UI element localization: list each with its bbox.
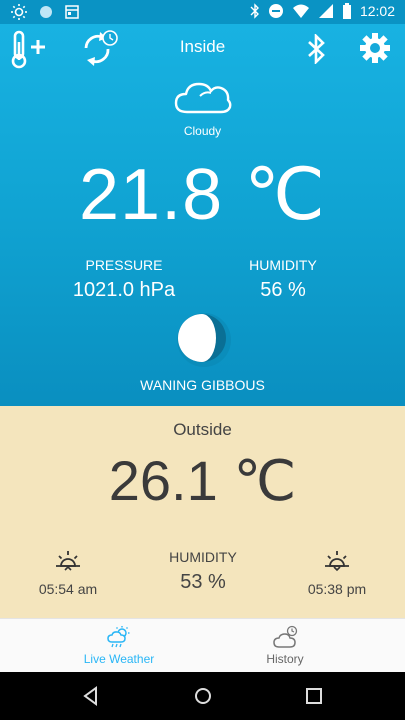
sunrise-icon bbox=[56, 551, 80, 571]
circle-icon bbox=[40, 6, 52, 18]
live-weather-icon bbox=[107, 626, 130, 648]
tab-history[interactable]: History bbox=[184, 619, 386, 673]
moon-phase-icon bbox=[177, 313, 231, 367]
outside-title: Outside bbox=[173, 420, 232, 439]
calendar-icon bbox=[65, 5, 79, 19]
outside-humidity-value: 53 % bbox=[180, 571, 226, 593]
page-title: Inside bbox=[179, 37, 226, 56]
status-bar: 12:02 bbox=[0, 0, 405, 24]
brightness-icon bbox=[11, 4, 27, 20]
status-icons-right: 12:02 bbox=[250, 3, 395, 19]
back-icon[interactable] bbox=[82, 686, 100, 706]
system-navigation-bar bbox=[0, 672, 405, 720]
inside-humidity-label: HUMIDITY bbox=[249, 257, 317, 273]
outside-temperature: 26.1 ℃ bbox=[108, 449, 297, 512]
tab-history-label: History bbox=[266, 652, 304, 666]
pressure-label: PRESSURE bbox=[85, 257, 163, 273]
outside-humidity-label: HUMIDITY bbox=[169, 549, 237, 565]
sunrise-time: 05:54 am bbox=[38, 581, 98, 597]
sunset-icon bbox=[325, 551, 349, 572]
moon-phase-label: WANING GIBBOUS bbox=[140, 377, 265, 393]
bluetooth-icon bbox=[250, 3, 259, 19]
home-icon[interactable] bbox=[193, 686, 213, 706]
cloudy-icon bbox=[174, 82, 232, 114]
settings-gear-icon[interactable] bbox=[359, 32, 391, 64]
bluetooth-button-icon[interactable] bbox=[306, 34, 328, 64]
signal-icon bbox=[318, 4, 333, 18]
pressure-value: 1021.0 hPa bbox=[72, 279, 176, 301]
recents-icon[interactable] bbox=[305, 687, 323, 705]
history-icon bbox=[273, 625, 298, 648]
do-not-disturb-icon bbox=[268, 4, 283, 18]
status-time: 12:02 bbox=[359, 3, 395, 19]
inside-temperature: 21.8 ℃ bbox=[79, 155, 326, 235]
battery-icon bbox=[342, 3, 351, 19]
status-icons-left bbox=[10, 3, 80, 21]
inside-panel: Inside Cloudy 21.8 ℃ PRESSURE 1021.0 hPa… bbox=[0, 24, 405, 406]
bottom-navigation: Live Weather History bbox=[0, 618, 405, 673]
outside-panel: Outside 26.1 ℃ 05:54 am HUMIDITY 53 % 05… bbox=[0, 406, 405, 618]
weather-condition: Cloudy bbox=[183, 124, 222, 138]
inside-humidity-value: 56 % bbox=[260, 279, 306, 301]
wifi-icon bbox=[292, 4, 309, 18]
sunset-time: 05:38 pm bbox=[307, 581, 367, 597]
